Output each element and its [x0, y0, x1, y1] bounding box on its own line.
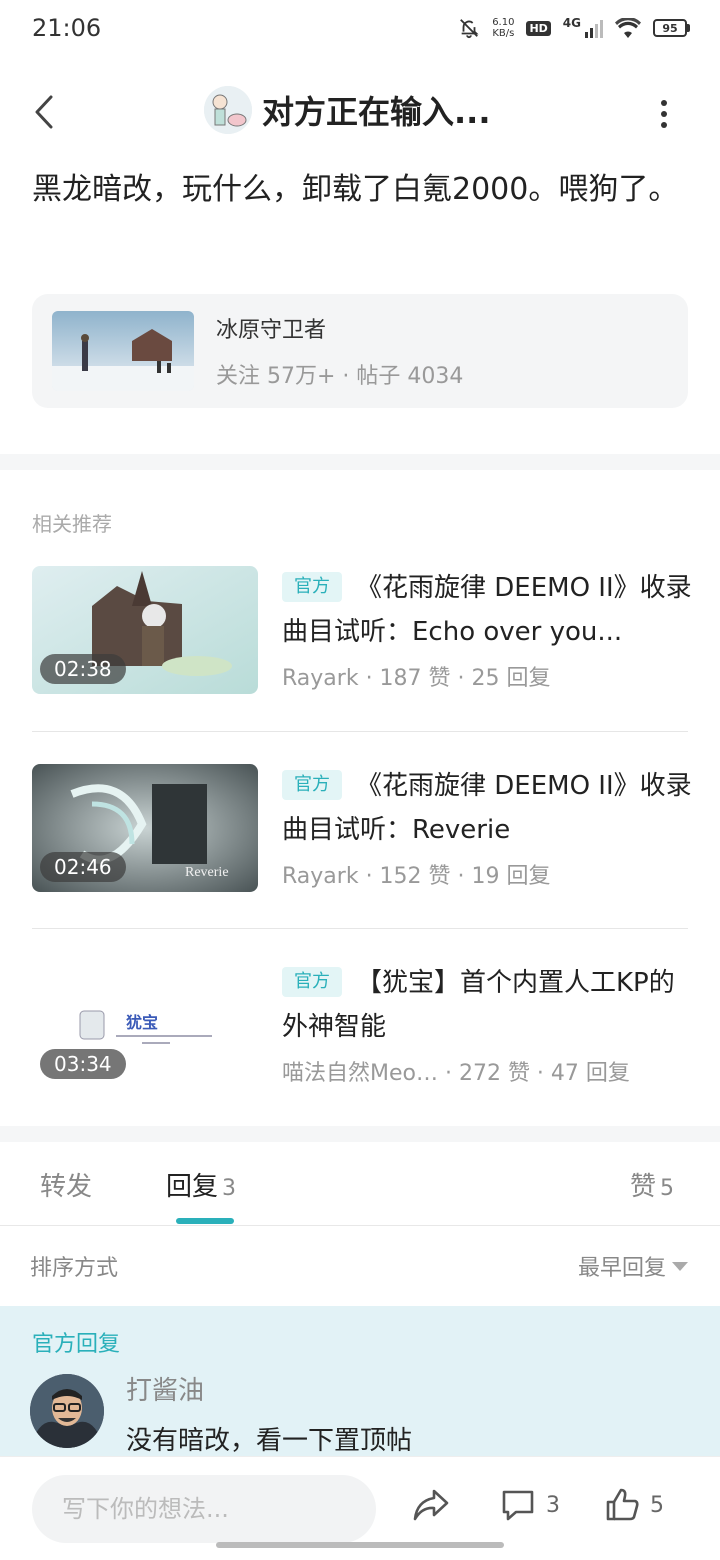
video-duration: 03:34	[40, 1049, 126, 1079]
thumbnail-label: 犹宝	[126, 1013, 158, 1032]
video-thumbnail: 犹宝 03:34	[32, 961, 258, 1089]
more-options-button[interactable]	[652, 96, 676, 132]
status-bar: 21:06 6.10 KB/s HD 4G 95	[0, 0, 720, 56]
header-center: 对方正在输入...	[204, 86, 490, 134]
page-title: 对方正在输入...	[262, 93, 491, 131]
recommendation-title: 官方 《花雨旋律 DEEMO II》收录曲目试听：Echo over you...	[282, 566, 692, 654]
tab-forward-label: 转发	[40, 1172, 93, 1202]
video-thumbnail: 02:38	[32, 566, 258, 694]
tab-like-label: 赞	[630, 1172, 657, 1202]
recommendation-title: 官方 《花雨旋律 DEEMO II》收录曲目试听：Reverie	[282, 764, 692, 852]
forum-name: 冰原守卫者	[216, 318, 327, 343]
thumbs-up-icon	[606, 1488, 639, 1521]
net-speed-unit: KB/s	[492, 28, 515, 39]
official-reply-label: 官方回复	[32, 1332, 121, 1357]
wifi-icon	[615, 18, 641, 38]
status-time: 21:06	[32, 14, 102, 42]
status-icons: 6.10 KB/s HD 4G 95	[458, 16, 690, 39]
reply-author[interactable]: 打酱油	[126, 1370, 204, 1407]
recommendation-meta: Rayark · 187 赞 · 25 回复	[282, 666, 551, 691]
recommendation-item[interactable]: 犹宝 03:34 官方 【犹宝】首个内置人工KP的外神智能 喵法自然Meo… · …	[32, 961, 688, 1089]
signal-icon	[585, 18, 603, 38]
thumbnail-label: Reverie	[185, 865, 229, 880]
section-separator	[0, 1126, 720, 1142]
tab-reply-count: 3	[222, 1176, 237, 1201]
section-title: 相关推荐	[32, 512, 112, 536]
divider	[32, 731, 688, 732]
sort-dropdown[interactable]: 最早回复	[578, 1250, 688, 1282]
tab-reply[interactable]: 回复 3	[166, 1166, 236, 1203]
official-tag: 官方	[282, 572, 342, 602]
alarm-off-icon	[460, 19, 479, 39]
recommendation-title: 官方 【犹宝】首个内置人工KP的外神智能	[282, 961, 692, 1049]
back-arrow-icon	[35, 95, 53, 129]
net-speed: 6.10 KB/s	[492, 17, 514, 39]
reply-avatar[interactable]	[30, 1374, 104, 1448]
comment-count: 3	[546, 1492, 560, 1518]
official-reply[interactable]: 官方回复 打酱油 没有暗改，看一下置顶帖	[0, 1306, 720, 1456]
comment-tabs: 转发 回复 3 赞5	[0, 1144, 720, 1226]
section-separator	[0, 454, 720, 470]
share-button[interactable]	[412, 1487, 450, 1523]
forum-card[interactable]: 冰原守卫者 关注 57万+ · 帖子 4034	[32, 294, 688, 408]
sort-label: 排序方式	[30, 1256, 119, 1281]
bottom-bar: 3 5	[0, 1456, 720, 1560]
official-tag: 官方	[282, 967, 342, 997]
tab-like-count: 5	[660, 1176, 675, 1201]
divider	[32, 928, 688, 929]
header: 对方正在输入...	[0, 72, 720, 152]
recommendation-meta: 喵法自然Meo… · 272 赞 · 47 回复	[282, 1061, 630, 1086]
back-button[interactable]	[26, 92, 62, 132]
recommendation-item[interactable]: Reverie 02:46 官方 《花雨旋律 DEEMO II》收录曲目试听：Re…	[32, 764, 692, 892]
home-indicator[interactable]	[216, 1542, 504, 1548]
reply-text: 没有暗改，看一下置顶帖	[126, 1426, 413, 1456]
forum-stats: 关注 57万+ · 帖子 4034	[216, 364, 464, 389]
hd-badge: HD	[526, 20, 551, 36]
title-text: 《花雨旋律 DEEMO II》收录曲目试听：Echo over you...	[282, 573, 692, 647]
battery-level: 95	[653, 19, 687, 37]
comment-input[interactable]	[32, 1475, 376, 1543]
sort-value: 最早回复	[577, 1256, 666, 1281]
official-tag: 官方	[282, 770, 342, 800]
comment-icon	[502, 1490, 534, 1521]
tab-reply-label: 回复	[166, 1172, 219, 1202]
video-duration: 02:38	[40, 654, 126, 684]
video-thumbnail: Reverie 02:46	[32, 764, 258, 892]
like-count: 5	[650, 1492, 664, 1518]
recommendation-meta: Rayark · 152 赞 · 19 回复	[282, 864, 551, 889]
comment-button[interactable]: 3	[500, 1487, 560, 1523]
user-avatar[interactable]	[204, 86, 252, 134]
caret-down-icon	[672, 1261, 688, 1271]
tab-like[interactable]: 赞5	[630, 1166, 674, 1203]
video-duration: 02:46	[40, 852, 126, 882]
tab-indicator	[176, 1218, 234, 1224]
forum-thumbnail	[52, 311, 194, 391]
post-content: 黑龙暗改，玩什么，卸载了白氪2000。喂狗了。	[32, 172, 679, 207]
share-icon	[413, 1489, 449, 1521]
net-speed-value: 6.10	[492, 17, 515, 28]
title-text: 《花雨旋律 DEEMO II》收录曲目试听：Reverie	[282, 771, 692, 845]
tab-forward[interactable]: 转发	[40, 1166, 92, 1203]
sort-row: 排序方式 最早回复	[0, 1226, 720, 1306]
battery-icon: 95	[653, 19, 690, 37]
network-type: 4G	[562, 16, 581, 30]
like-button[interactable]: 5	[604, 1487, 664, 1523]
recommendation-item[interactable]: 02:38 官方 《花雨旋律 DEEMO II》收录曲目试听：Echo over …	[32, 566, 692, 694]
